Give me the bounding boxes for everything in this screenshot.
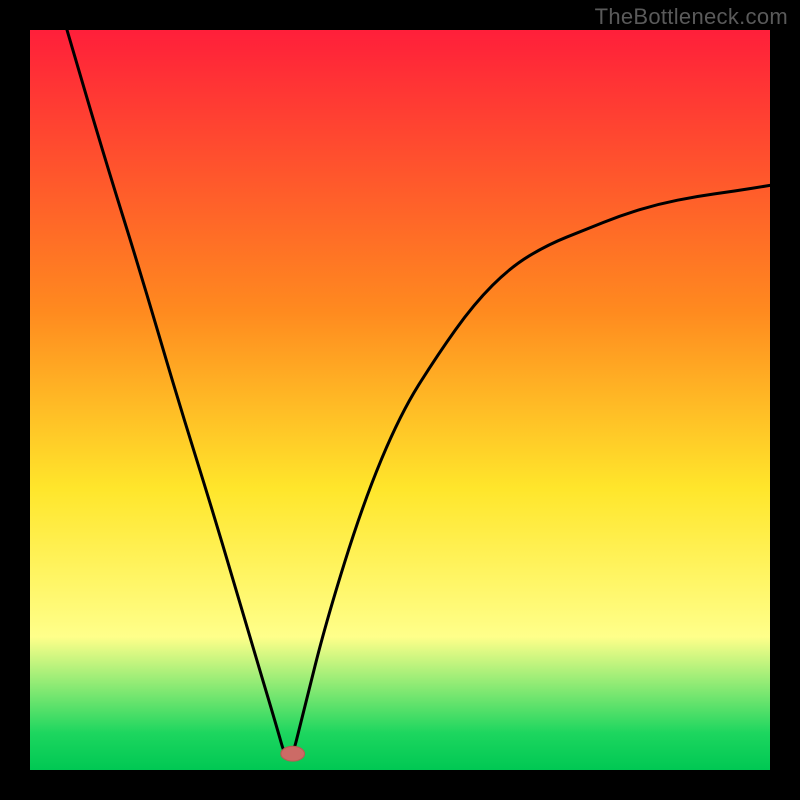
chart-frame: TheBottleneck.com <box>0 0 800 800</box>
plot-area <box>30 30 770 770</box>
optimal-point-marker <box>281 746 305 761</box>
site-watermark: TheBottleneck.com <box>595 4 788 30</box>
bottleneck-chart <box>30 30 770 770</box>
gradient-background <box>30 30 770 770</box>
